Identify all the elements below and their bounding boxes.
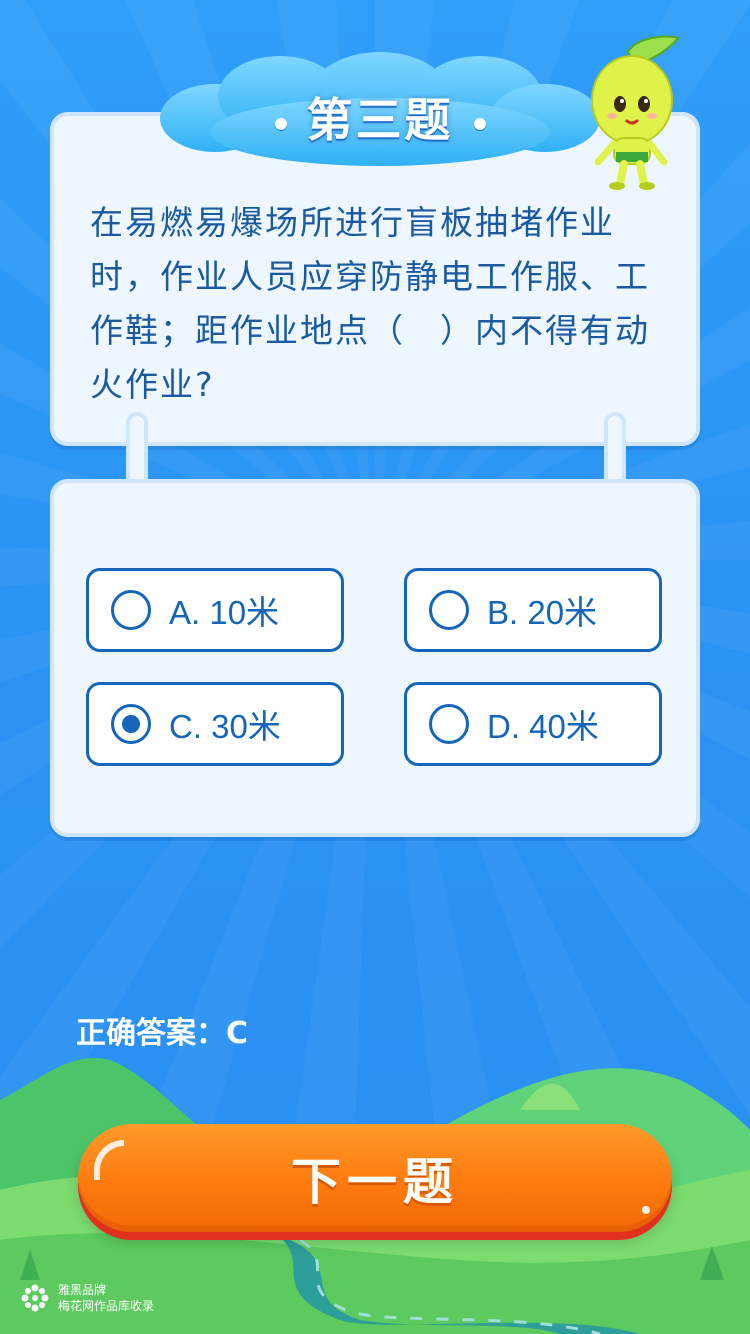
option-a[interactable]: A. 10米	[86, 568, 344, 652]
question-text: 在易燃易爆场所进行盲板抽堵作业时，作业人员应穿防静电工作服、工作鞋；距作业地点（…	[90, 203, 650, 404]
button-gloss	[94, 1140, 124, 1180]
radio-unchecked-icon[interactable]	[429, 590, 469, 630]
watermark-text: 雅黑品牌 梅花网作品库收录	[58, 1282, 154, 1314]
radio-unchecked-icon[interactable]	[429, 704, 469, 744]
option-label: D. 40米	[487, 708, 599, 745]
option-label: A. 10米	[169, 594, 280, 631]
option-label: B. 20米	[487, 594, 598, 631]
next-question-label: 下一题	[291, 1153, 459, 1211]
radio-checked-icon[interactable]	[111, 704, 151, 744]
radio-unchecked-icon[interactable]	[111, 590, 151, 630]
option-c[interactable]: C. 30米	[86, 682, 344, 766]
leaf-mascot-icon	[591, 35, 680, 190]
watermark: 雅黑品牌 梅花网作品库收录	[20, 1282, 154, 1314]
watermark-line2: 梅花网作品库收录	[58, 1299, 155, 1313]
title-dot-right	[473, 117, 486, 130]
correct-answer-text: 正确答案：C	[76, 1016, 249, 1051]
question-title: 第三题	[306, 93, 454, 147]
next-question-button[interactable]: 下一题	[78, 1124, 672, 1232]
option-label: C. 30米	[169, 708, 281, 745]
button-gloss-dot	[642, 1206, 650, 1214]
option-b[interactable]: B. 20米	[404, 568, 662, 652]
flower-logo-icon	[21, 1284, 49, 1312]
option-d[interactable]: D. 40米	[404, 682, 662, 766]
title-dot-left	[274, 117, 287, 130]
watermark-line1: 雅黑品牌	[58, 1283, 107, 1297]
options-card: A. 10米 B. 20米 C. 30米 D. 40米	[50, 479, 700, 837]
